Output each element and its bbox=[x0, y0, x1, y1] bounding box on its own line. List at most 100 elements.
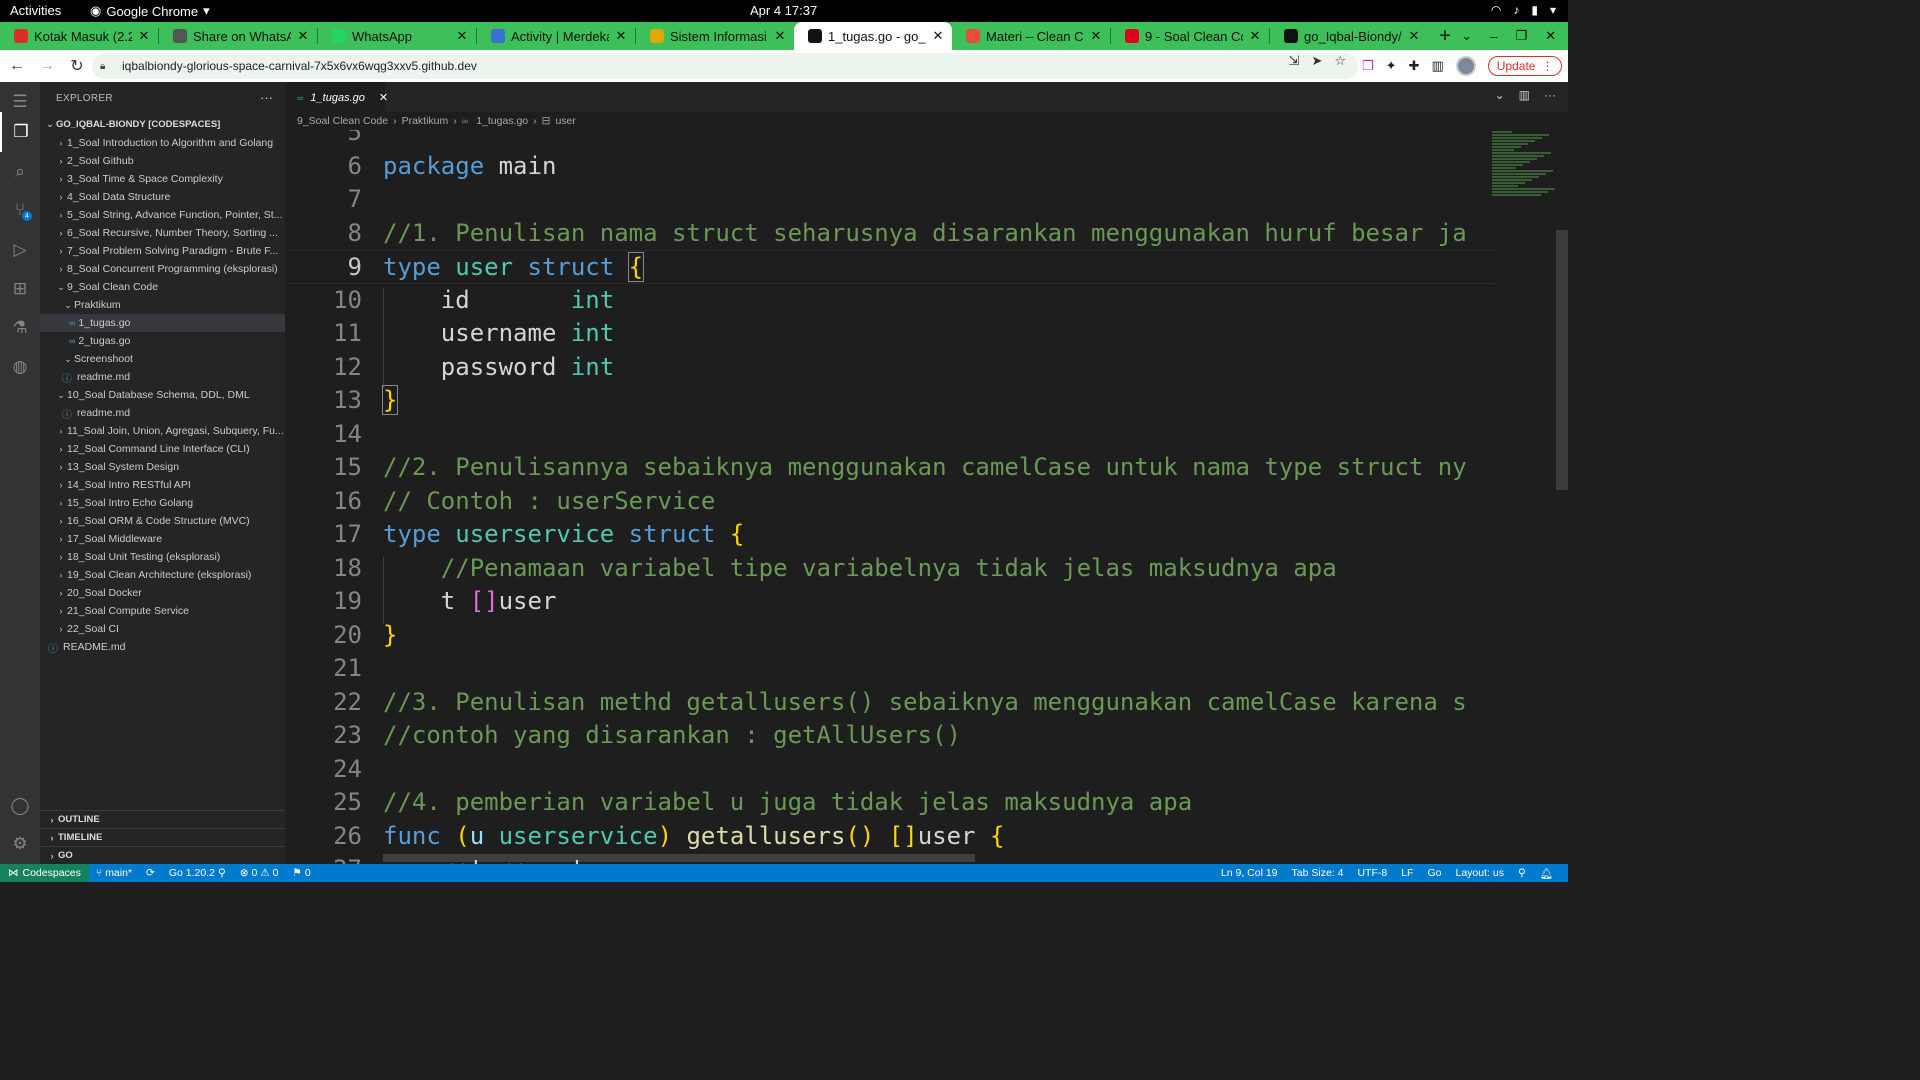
browser-tab[interactable]: 1_tugas.go - go_Iq ✕ bbox=[794, 22, 952, 50]
tree-folder[interactable]: › 17_Soal Middleware bbox=[40, 530, 285, 548]
code-line[interactable]: 16 // Contoh : userService bbox=[285, 485, 1495, 519]
account-icon[interactable]: ◯ bbox=[0, 786, 40, 826]
new-tab-button[interactable]: + bbox=[1428, 22, 1462, 50]
code-line[interactable]: 21 bbox=[285, 652, 1495, 686]
tree-folder[interactable]: › 20_Soal Docker bbox=[40, 584, 285, 602]
code-line[interactable]: 14 bbox=[285, 418, 1495, 452]
system-status-area[interactable]: ◠ ♪ ▮ ▾ bbox=[1491, 3, 1556, 17]
code-line[interactable]: 22 //3. Penulisan methd getallusers() seb… bbox=[285, 686, 1495, 720]
code-line[interactable]: 8 //1. Penulisan nama struct seharusnya d… bbox=[285, 217, 1495, 251]
breadcrumb-item[interactable]: 9_Soal Clean Code bbox=[297, 115, 388, 127]
tree-file[interactable]: ∞ 2_tugas.go bbox=[40, 332, 285, 350]
code-line[interactable]: 7 bbox=[285, 183, 1495, 217]
gear-icon[interactable]: ⚙ bbox=[0, 824, 40, 864]
code-line[interactable]: 24 bbox=[285, 753, 1495, 787]
tree-folder[interactable]: › 2_Soal Github bbox=[40, 152, 285, 170]
tree-folder[interactable]: ⌄ Screenshoot bbox=[40, 350, 285, 368]
avatar[interactable] bbox=[1455, 56, 1476, 76]
browser-tab[interactable]: Share on WhatsApp ✕ bbox=[159, 22, 317, 50]
tree-folder[interactable]: ⌄ 10_Soal Database Schema, DDL, DML bbox=[40, 386, 285, 404]
tree-folder[interactable]: › 11_Soal Join, Union, Agregasi, Subquery… bbox=[40, 422, 285, 440]
close-icon[interactable]: ✕ bbox=[379, 91, 388, 104]
install-app-icon[interactable]: ⇲ bbox=[1289, 53, 1300, 69]
workspace-root[interactable]: ⌄ GO_IQBAL-BIONDY [CODESPACES] bbox=[40, 114, 285, 134]
breadcrumb-item[interactable]: user bbox=[555, 115, 575, 127]
close-icon[interactable]: ✕ bbox=[138, 28, 150, 44]
live-share-icon[interactable]: ⚲ bbox=[1511, 867, 1533, 879]
reload-icon[interactable]: ↻ bbox=[64, 53, 90, 79]
close-icon[interactable]: ✕ bbox=[932, 28, 944, 44]
code-line[interactable]: 19 t []user bbox=[285, 585, 1495, 619]
close-icon[interactable]: ✕ bbox=[615, 28, 627, 44]
github-icon[interactable]: ◍ bbox=[0, 347, 40, 387]
code-line[interactable]: 26 func (u userservice) getallusers() []u… bbox=[285, 820, 1495, 854]
split-editor-icon[interactable]: ▥ bbox=[1519, 88, 1530, 102]
extensions-icon[interactable]: ⊞ bbox=[0, 269, 40, 309]
browser-tab[interactable]: go_Iqbal-Biondy/ ✕ bbox=[1270, 22, 1428, 50]
tab-search-icon[interactable]: ⌄ bbox=[1461, 28, 1472, 44]
code-line[interactable]: 15 //2. Penulisannya sebaiknya menggunaka… bbox=[285, 451, 1495, 485]
breadcrumb-item[interactable]: 1_tugas.go bbox=[476, 115, 528, 127]
browser-tab[interactable]: 9 - Soal Clean Cod ✕ bbox=[1111, 22, 1269, 50]
bell-icon[interactable]: 🔔︎ bbox=[1533, 867, 1560, 880]
timeline-section[interactable]: › TIMELINE bbox=[40, 828, 285, 846]
go-version[interactable]: Go 1.20.2 ⚲ bbox=[162, 867, 233, 879]
minimap[interactable] bbox=[1492, 130, 1556, 210]
chevron-down-icon[interactable]: ⌄ bbox=[1495, 88, 1505, 102]
puzzle-icon[interactable]: ✚ bbox=[1409, 58, 1420, 74]
code-line[interactable]: 27 return u.t bbox=[285, 853, 1495, 864]
outline-section[interactable]: › OUTLINE bbox=[40, 810, 285, 828]
close-icon[interactable]: ✕ bbox=[1545, 28, 1556, 44]
tree-folder[interactable]: › 14_Soal Intro RESTful API bbox=[40, 476, 285, 494]
more-actions-icon[interactable]: ··· bbox=[1544, 88, 1556, 102]
tree-folder[interactable]: › 12_Soal Command Line Interface (CLI) bbox=[40, 440, 285, 458]
close-icon[interactable]: ✕ bbox=[1249, 28, 1261, 44]
side-panel-icon[interactable]: ▥ bbox=[1431, 58, 1443, 74]
vertical-scrollbar[interactable] bbox=[1556, 130, 1568, 864]
close-icon[interactable]: ✕ bbox=[456, 28, 468, 44]
tree-file[interactable]: ⓘ README.md bbox=[40, 638, 285, 656]
source-control-icon[interactable]: ⑂ 4 bbox=[0, 190, 40, 230]
copy-icon[interactable]: ❐ bbox=[1362, 58, 1374, 74]
testing-icon[interactable]: ⚗ bbox=[0, 308, 40, 348]
code-line[interactable]: 20} bbox=[285, 619, 1495, 653]
tree-folder[interactable]: › 1_Soal Introduction to Algorithm and Go… bbox=[40, 134, 285, 152]
browser-tab[interactable]: WhatsApp ✕ bbox=[318, 22, 476, 50]
code-line[interactable]: 23 //contoh yang disarankan : getAllUsers… bbox=[285, 719, 1495, 753]
tree-folder[interactable]: ⌄ 9_Soal Clean Code bbox=[40, 278, 285, 296]
code-line[interactable]: 12 password int bbox=[285, 351, 1495, 385]
code-line[interactable]: 10 id int bbox=[285, 284, 1495, 318]
tree-folder[interactable]: › 8_Soal Concurrent Programming (eksplora… bbox=[40, 260, 285, 278]
tree-folder[interactable]: › 16_Soal ORM & Code Structure (MVC) bbox=[40, 512, 285, 530]
forward-icon[interactable]: → bbox=[34, 53, 60, 79]
tab-1-tugas-go[interactable]: ∞ 1_tugas.go ✕ bbox=[285, 82, 388, 112]
address-bar[interactable]: 🔒︎ iqbalbiondy-glorious-space-carnival-7… bbox=[92, 53, 1358, 79]
tree-folder[interactable]: › 4_Soal Data Structure bbox=[40, 188, 285, 206]
tree-file[interactable]: ⓘ readme.md bbox=[40, 404, 285, 422]
tree-folder[interactable]: › 18_Soal Unit Testing (eksplorasi) bbox=[40, 548, 285, 566]
app-menu[interactable]: ◉ Google Chrome ▾ bbox=[90, 3, 210, 19]
close-icon[interactable]: ✕ bbox=[1408, 28, 1420, 44]
search-icon[interactable]: ⌕ bbox=[0, 152, 40, 192]
bookmark-star-icon[interactable]: ☆ bbox=[1334, 53, 1346, 69]
browser-tab[interactable]: Materi – Clean Co ✕ bbox=[952, 22, 1110, 50]
tree-folder[interactable]: › 3_Soal Time & Space Complexity bbox=[40, 170, 285, 188]
send-icon[interactable]: ➤ bbox=[1311, 53, 1322, 69]
more-actions-icon[interactable]: ··· bbox=[260, 90, 273, 105]
update-button[interactable]: Update ⋮ bbox=[1487, 56, 1563, 76]
code-line[interactable]: 9 type user struct { bbox=[285, 250, 1495, 284]
close-icon[interactable]: ✕ bbox=[1090, 28, 1102, 44]
browser-tab[interactable]: Activity | Merdeka ✕ bbox=[477, 22, 635, 50]
scrollbar-thumb[interactable] bbox=[1556, 230, 1568, 490]
tree-file[interactable]: ∞ 1_tugas.go bbox=[40, 314, 285, 332]
tree-folder[interactable]: › 21_Soal Compute Service bbox=[40, 602, 285, 620]
browser-tab[interactable]: Kotak Masuk (2.26 ✕ bbox=[0, 22, 158, 50]
explorer-icon[interactable]: ❐ bbox=[0, 112, 40, 152]
minimize-icon[interactable]: – bbox=[1490, 29, 1497, 44]
tree-folder[interactable]: › 15_Soal Intro Echo Golang bbox=[40, 494, 285, 512]
cursor-position[interactable]: Ln 9, Col 19 bbox=[1214, 867, 1285, 879]
browser-tab[interactable]: Sistem Informasi A ✕ bbox=[636, 22, 794, 50]
go-section[interactable]: › GO bbox=[40, 846, 285, 864]
code-line[interactable]: 5 bbox=[285, 130, 1495, 150]
tree-folder[interactable]: ⌄ Praktikum bbox=[40, 296, 285, 314]
